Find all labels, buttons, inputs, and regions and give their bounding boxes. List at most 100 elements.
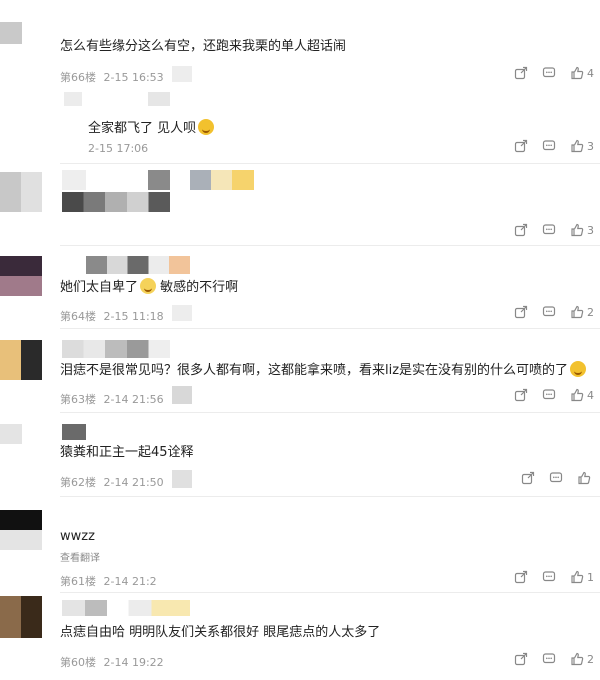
blurred-ip	[172, 66, 192, 82]
comment-button[interactable]	[549, 471, 563, 485]
reply-text: 全家都飞了 见人呗	[88, 117, 215, 136]
share-button[interactable]	[514, 139, 528, 153]
like-count: 2	[587, 652, 594, 666]
avatar[interactable]	[0, 256, 42, 296]
comment-icon	[542, 653, 556, 664]
share-button[interactable]	[514, 66, 528, 80]
emoji-icon	[570, 361, 587, 377]
divider	[60, 328, 600, 329]
comment-actions: 4	[514, 388, 594, 402]
comment-actions: 1	[514, 570, 594, 584]
blurred-username	[62, 340, 170, 358]
like-button[interactable]: 2	[570, 652, 594, 666]
emoji-icon	[198, 119, 215, 135]
like-count: 4	[587, 66, 594, 80]
like-button[interactable]: 3	[570, 223, 594, 237]
blurred-badge	[190, 170, 254, 190]
like-button[interactable]	[577, 471, 594, 485]
blurred-text	[62, 192, 170, 212]
like-count: 2	[587, 305, 594, 319]
reply-avatar[interactable]	[64, 92, 82, 106]
share-icon	[514, 305, 528, 319]
like-icon	[578, 471, 591, 485]
comment-text-content: 敏感的不行啊	[160, 280, 239, 295]
floor-number: 第61楼	[60, 575, 96, 588]
share-icon	[514, 570, 528, 584]
floor-number: 第63楼	[60, 393, 96, 406]
comment-icon	[542, 67, 556, 78]
share-icon	[514, 66, 528, 80]
comment-icon	[542, 224, 556, 235]
avatar[interactable]	[0, 596, 42, 638]
avatar[interactable]	[0, 424, 22, 444]
comment-icon	[542, 389, 556, 400]
share-button[interactable]	[521, 471, 535, 485]
divider	[60, 412, 600, 413]
timestamp: 2-15 16:53	[103, 71, 164, 84]
comment-text-content: 泪痣不是很常见吗？很多人都有啊，这都能拿来喷，看来liz是实在没有别的什么可喷的…	[60, 363, 569, 378]
translate-link[interactable]: 查看翻译	[60, 549, 100, 564]
comment-actions	[521, 471, 594, 485]
comment-button[interactable]	[542, 652, 556, 666]
comment-button[interactable]	[542, 223, 556, 237]
comment-actions: 2	[514, 652, 594, 666]
comment-button[interactable]	[542, 388, 556, 402]
comment-meta: 第63楼 2-14 21:56	[60, 391, 164, 407]
comment-actions: 3	[514, 223, 594, 237]
comment-meta: 第64楼 2-15 11:18	[60, 308, 164, 324]
blurred-username	[148, 92, 170, 106]
timestamp: 2-15 11:18	[103, 310, 164, 323]
share-icon	[514, 652, 528, 666]
floor-number: 第64楼	[60, 310, 96, 323]
reply-timestamp: 2-15 17:06	[88, 142, 149, 155]
avatar[interactable]	[0, 340, 42, 380]
avatar[interactable]	[0, 172, 42, 212]
like-count: 1	[587, 570, 594, 584]
divider	[60, 245, 600, 246]
comment-button[interactable]	[542, 139, 556, 153]
blurred-username	[62, 170, 86, 190]
share-button[interactable]	[514, 223, 528, 237]
like-button[interactable]: 4	[570, 66, 594, 80]
like-count: 3	[587, 139, 594, 153]
emoji-icon	[140, 278, 157, 294]
blurred-ip	[172, 386, 192, 404]
like-icon	[571, 66, 584, 80]
share-icon	[514, 223, 528, 237]
like-button[interactable]: 3	[570, 139, 594, 153]
avatar[interactable]	[0, 22, 22, 44]
like-button[interactable]: 1	[570, 570, 594, 584]
comment-button[interactable]	[542, 305, 556, 319]
like-button[interactable]: 4	[570, 388, 594, 402]
reply-actions: 3	[514, 139, 594, 153]
share-button[interactable]	[514, 570, 528, 584]
timestamp: 2-14 21:2	[103, 575, 157, 588]
divider	[60, 592, 600, 593]
floor-number: 第66楼	[60, 71, 96, 84]
like-icon	[571, 388, 584, 402]
blurred-username	[62, 600, 190, 616]
comment-actions: 4	[514, 66, 594, 80]
timestamp: 2-14 21:50	[103, 476, 164, 489]
like-icon	[571, 652, 584, 666]
comment-icon	[542, 140, 556, 151]
comment-meta: 第62楼 2-14 21:50	[60, 474, 164, 490]
comment-actions: 2	[514, 305, 594, 319]
like-button[interactable]: 2	[570, 305, 594, 319]
comment-button[interactable]	[542, 66, 556, 80]
divider	[60, 163, 600, 164]
blurred-username	[148, 170, 170, 190]
comment-button[interactable]	[542, 570, 556, 584]
share-button[interactable]	[514, 652, 528, 666]
reply-text-content: 全家都飞了 见人呗	[88, 121, 197, 136]
comment-icon	[542, 571, 556, 582]
blurred-ip	[172, 470, 192, 488]
share-button[interactable]	[514, 305, 528, 319]
like-count: 4	[587, 388, 594, 402]
timestamp: 2-14 21:56	[103, 393, 164, 406]
avatar[interactable]	[0, 510, 42, 550]
comment-meta: 第60楼 2-14 19:22	[60, 654, 164, 670]
share-button[interactable]	[514, 388, 528, 402]
like-icon	[571, 570, 584, 584]
comment-text: 点痣自由哈 明明队友们关系都很好 眼尾痣点的人太多了	[60, 625, 381, 640]
